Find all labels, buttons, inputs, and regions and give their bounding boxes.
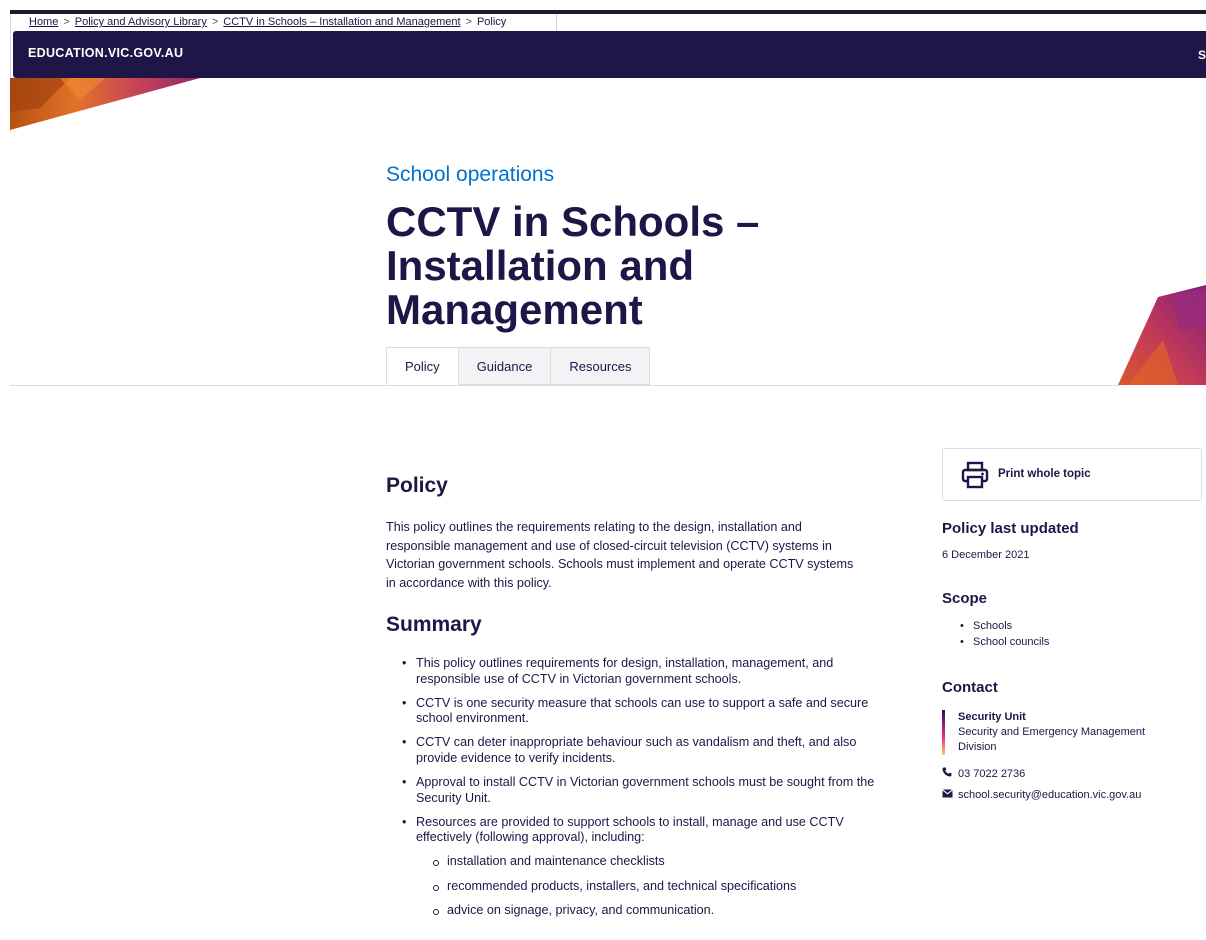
breadcrumb-current: Policy [476, 16, 507, 28]
print-topic-label: Print whole topic [998, 468, 1091, 480]
policy-heading: Policy [386, 474, 448, 497]
decorative-banner-graphic [10, 78, 200, 130]
decorative-corner-graphic [1118, 285, 1206, 385]
scope-item: Schools [960, 618, 1049, 634]
tab-divider [10, 385, 1120, 386]
printer-icon [961, 461, 989, 489]
summary-list: This policy outlines requirements for de… [386, 656, 886, 928]
top-margin [0, 0, 1206, 10]
breadcrumb-topic[interactable]: CCTV in Schools – Installation and Manag… [223, 16, 460, 28]
breadcrumb-separator: > [63, 16, 70, 28]
summary-subitem: installation and maintenance checklists [433, 854, 886, 870]
summary-item-text: Resources are provided to support school… [416, 814, 844, 845]
summary-heading: Summary [386, 613, 482, 636]
scope-heading: Scope [942, 590, 988, 607]
contact-details: Security Unit Security and Emergency Man… [958, 710, 1178, 755]
summary-subitem: advice on signage, privacy, and communic… [433, 903, 886, 919]
scope-list: Schools School councils [942, 618, 1050, 650]
tab-policy[interactable]: Policy [386, 347, 459, 385]
contact-accent-bar [942, 710, 945, 755]
header-right-link[interactable]: S [1198, 48, 1206, 62]
mail-icon [942, 789, 954, 801]
summary-subitem: recommended products, installers, and te… [433, 879, 886, 895]
contact-phone-row: 03 7022 2736 [942, 767, 1025, 780]
summary-item: CCTV can deter inappropriate behaviour s… [402, 735, 886, 766]
breadcrumb-library[interactable]: Policy and Advisory Library [75, 16, 207, 28]
tab-bar: Policy Guidance Resources [386, 347, 651, 385]
breadcrumb: Home > Policy and Advisory Library > CCTV in… [11, 14, 557, 31]
breadcrumb-home[interactable]: Home [29, 16, 58, 28]
summary-item: CCTV is one security measure that school… [402, 696, 886, 727]
site-header: EDUCATION.VIC.GOV.AU S [13, 31, 1206, 78]
page-title: CCTV in Schools – Installation and Manag… [386, 198, 760, 333]
last-updated-date: 6 December 2021 [942, 549, 1030, 561]
topic-label: School operations [386, 163, 555, 186]
summary-sublist: installation and maintenance checklists … [416, 854, 886, 919]
contact-email-row: school.security@education.vic.gov.au [942, 789, 1141, 801]
contact-phone-link[interactable]: 03 7022 2736 [958, 768, 1025, 780]
contact-organisation: Security and Emergency Management Divisi… [958, 726, 1146, 753]
phone-icon [942, 767, 954, 780]
tab-guidance[interactable]: Guidance [458, 347, 552, 385]
summary-item-with-sublist: Resources are provided to support school… [402, 814, 886, 919]
contact-email-link[interactable]: school.security@education.vic.gov.au [958, 789, 1141, 801]
summary-item: This policy outlines requirements for de… [402, 656, 886, 687]
tab-resources[interactable]: Resources [551, 347, 651, 385]
contact-name: Security Unit [958, 711, 1026, 723]
site-brand-link[interactable]: EDUCATION.VIC.GOV.AU [28, 46, 183, 60]
policy-intro: This policy outlines the requirements re… [386, 520, 854, 590]
breadcrumb-separator: > [211, 16, 219, 28]
last-updated-heading: Policy last updated [942, 520, 1079, 537]
scope-item: School councils [960, 634, 1050, 650]
breadcrumb-separator: > [465, 16, 472, 28]
print-topic-button[interactable]: Print whole topic [942, 448, 1202, 501]
summary-item: Approval to install CCTV in Victorian go… [402, 775, 886, 806]
contact-heading: Contact [942, 679, 998, 696]
